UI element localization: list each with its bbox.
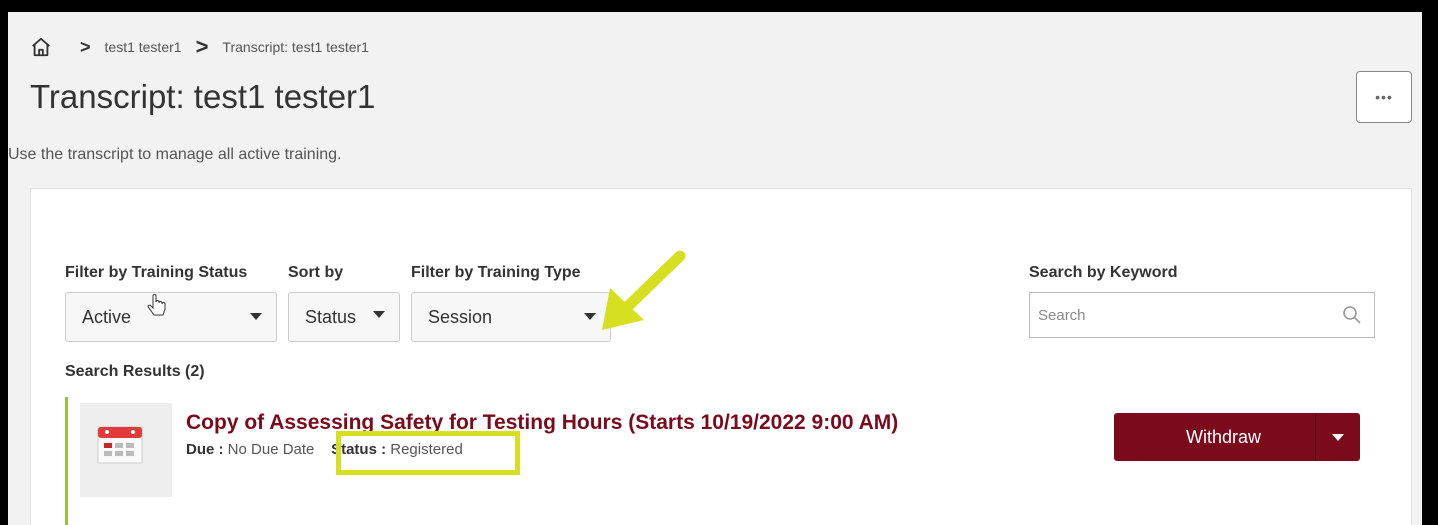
page-title: Transcript: test1 tester1 (30, 78, 376, 115)
home-icon[interactable] (30, 36, 52, 58)
hand-cursor-icon (147, 294, 166, 316)
annotation-arrow-icon (602, 250, 686, 330)
search-box (1029, 292, 1375, 338)
search-input[interactable] (1036, 293, 1330, 337)
caret-down-icon (1332, 433, 1344, 441)
caret-down-icon (250, 313, 262, 320)
session-thumbnail (80, 403, 172, 497)
training-title-link[interactable]: Copy of Assessing Safety for Testing Hou… (186, 411, 898, 435)
filter-type-label: Filter by Training Type (411, 264, 581, 281)
sort-by-dropdown[interactable]: Status (288, 292, 400, 342)
sort-by-label: Sort by (288, 264, 344, 281)
training-status-dropdown[interactable]: Active (65, 292, 277, 342)
breadcrumb: > test1 tester1 > Transcript: test1 test… (30, 34, 369, 60)
due-value: No Due Date (227, 441, 315, 458)
training-type-value: Session (428, 306, 493, 327)
status-highlight-box (336, 431, 520, 475)
withdraw-label[interactable]: Withdraw (1114, 413, 1315, 461)
due-label: Due : (186, 441, 224, 458)
page-description: Use the transcript to manage all active … (8, 146, 342, 163)
breadcrumb-user[interactable]: test1 tester1 (105, 39, 182, 55)
calendar-icon (97, 426, 143, 464)
withdraw-options-toggle[interactable] (1315, 413, 1360, 461)
training-type-dropdown[interactable]: Session (411, 292, 611, 342)
withdraw-button[interactable]: Withdraw (1114, 413, 1360, 461)
training-status-value: Active (82, 306, 132, 327)
filter-status-label: Filter by Training Status (65, 264, 248, 281)
chevron-right-icon: > (80, 36, 91, 57)
search-icon[interactable] (1342, 305, 1362, 325)
more-options-button[interactable]: ••• (1356, 71, 1412, 123)
caret-down-icon (373, 311, 385, 318)
transcript-page: > test1 tester1 > Transcript: test1 test… (8, 12, 1422, 525)
chevron-right-icon: > (195, 34, 209, 59)
sort-by-value: Status (305, 306, 357, 327)
search-keyword-label: Search by Keyword (1029, 264, 1178, 281)
caret-down-icon (584, 313, 596, 320)
transcript-card: Filter by Training Status Sort by Filter… (30, 188, 1412, 525)
search-results-count: Search Results (2) (65, 363, 205, 380)
transcript-item: Copy of Assessing Safety for Testing Hou… (65, 397, 1378, 525)
breadcrumb-current: Transcript: test1 tester1 (222, 39, 369, 55)
